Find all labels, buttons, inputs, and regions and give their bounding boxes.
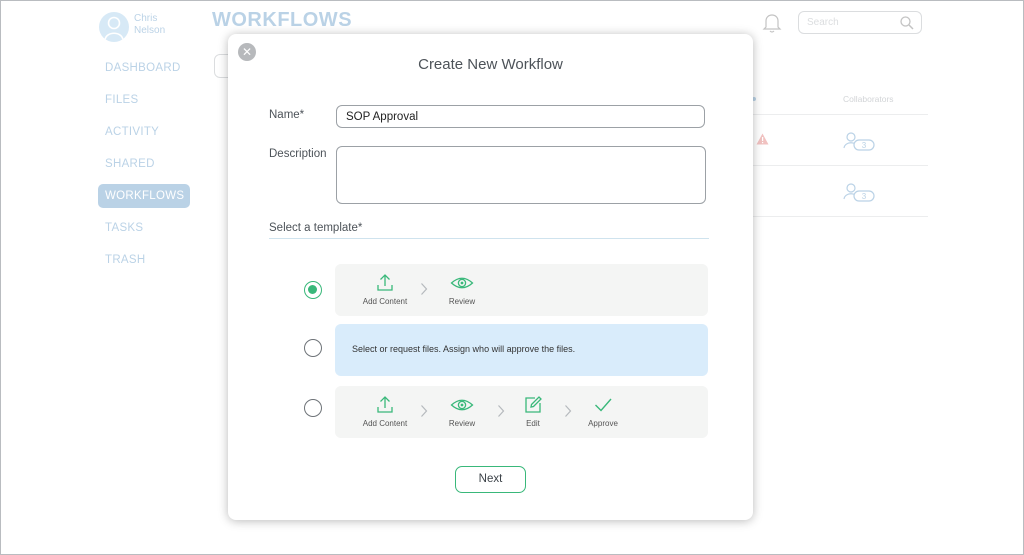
sidebar-item-files[interactable]: FILES — [98, 88, 190, 112]
collaborators-column-header: Collaborators — [843, 94, 894, 104]
collaborator-count: 3 — [862, 192, 867, 201]
sidebar-item-activity[interactable]: ACTIVITY — [98, 120, 190, 144]
collaborators-icon: 3 — [843, 132, 875, 151]
edit-icon — [525, 396, 542, 413]
collaborator-count: 3 — [862, 141, 867, 150]
step-edit: Edit — [503, 395, 563, 428]
template-label: Select a template* — [269, 222, 363, 234]
dialog-title: Create New Workflow — [418, 56, 563, 73]
step-label: Add Content — [362, 419, 408, 428]
description-label: Description — [269, 148, 327, 160]
sidebar-item-dashboard[interactable]: DASHBOARD — [98, 56, 190, 80]
bell-icon[interactable] — [762, 12, 782, 34]
user-first-name: Chris — [134, 13, 158, 24]
upload-icon — [377, 274, 393, 291]
user-silhouette-icon — [104, 16, 124, 41]
template-radio-1[interactable] — [304, 281, 322, 299]
name-label: Name* — [269, 109, 305, 121]
template-divider — [269, 238, 709, 239]
step-review: Review — [432, 395, 492, 428]
upload-icon — [377, 396, 393, 413]
step-review: Review — [432, 273, 492, 306]
table-row[interactable]: 3 — [843, 131, 877, 156]
collaborators-icon: 3 — [843, 183, 875, 202]
template-radio-2[interactable] — [304, 339, 322, 357]
warning-icon — [756, 133, 769, 145]
step-label: Add Content — [362, 297, 408, 306]
template-description: Select or request files. Assign who will… — [352, 344, 576, 354]
avatar[interactable] — [99, 12, 129, 42]
step-label: Review — [448, 419, 476, 428]
page-title: WORKFLOWS — [212, 9, 353, 31]
step-label: Review — [448, 297, 476, 306]
description-input[interactable] — [336, 146, 706, 204]
search-icon[interactable] — [899, 15, 915, 31]
next-button[interactable]: Next — [455, 466, 526, 493]
user-last-name: Nelson — [134, 25, 166, 36]
chevron-right-icon — [565, 405, 572, 417]
sidebar-item-trash[interactable]: TRASH — [98, 248, 190, 272]
step-label: Approve — [588, 419, 618, 428]
sidebar-nav: DASHBOARD FILES ACTIVITY SHARED WORKFLOW… — [98, 56, 190, 280]
user-name: Chris Nelson — [134, 13, 184, 37]
template-card-1[interactable]: Add Content Review — [335, 264, 708, 316]
template-radio-3[interactable] — [304, 399, 322, 417]
template-card-2[interactable]: Select or request files. Assign who will… — [335, 324, 708, 376]
sidebar-item-shared[interactable]: SHARED — [98, 152, 190, 176]
step-add-content: Add Content — [355, 273, 415, 306]
chevron-right-icon — [421, 405, 428, 417]
sidebar-item-workflows[interactable]: WORKFLOWS — [98, 184, 190, 208]
step-label: Edit — [526, 419, 540, 428]
name-input[interactable] — [336, 105, 705, 128]
search-box[interactable]: Search — [798, 11, 922, 34]
eye-icon — [450, 399, 474, 411]
eye-icon — [450, 277, 474, 289]
template-card-3[interactable]: Add Content Review Edit Approve — [335, 386, 708, 438]
step-add-content: Add Content — [355, 395, 415, 428]
search-placeholder: Search — [807, 17, 839, 28]
step-approve: Approve — [573, 395, 633, 428]
chevron-right-icon — [421, 283, 428, 295]
check-icon — [595, 398, 612, 412]
table-row[interactable]: 3 — [843, 182, 877, 207]
sidebar-item-tasks[interactable]: TASKS — [98, 216, 190, 240]
